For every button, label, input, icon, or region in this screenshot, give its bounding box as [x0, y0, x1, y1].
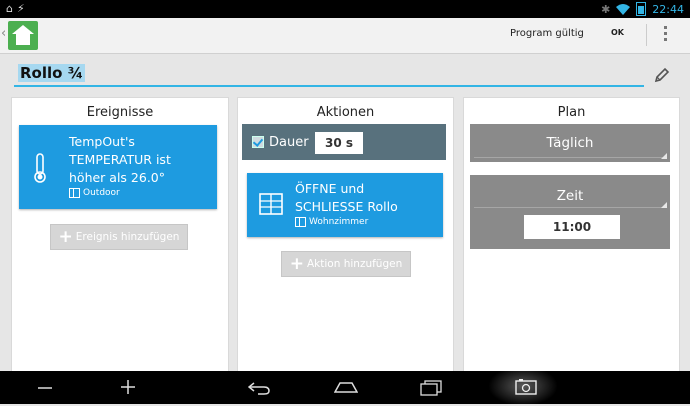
time-value[interactable]: 11:00: [524, 215, 620, 239]
duration-bar: Dauer 30 s: [242, 124, 446, 160]
plus-icon: +: [58, 227, 73, 247]
minus-icon[interactable]: [38, 381, 52, 395]
dropdown-indicator-icon: [661, 202, 667, 208]
add-action-label: Aktion hinzufügen: [307, 258, 403, 270]
plus-icon[interactable]: [121, 380, 135, 394]
event-card[interactable]: TempOut's TEMPERATUR ist höher als 26.0°…: [19, 125, 217, 209]
android-notification-icon: ⌂: [6, 2, 17, 15]
duration-value[interactable]: 30 s: [315, 132, 363, 154]
events-title: Ereignisse: [86, 105, 154, 120]
add-action-button[interactable]: + Aktion hinzufügen: [281, 251, 411, 277]
thermometer-icon: [34, 153, 46, 183]
frequency-select[interactable]: Täglich: [470, 124, 670, 162]
blinds-icon: [259, 193, 283, 215]
frequency-value: Täglich: [546, 135, 594, 151]
event-condition: höher als 26.0°: [69, 170, 165, 185]
back-icon[interactable]: [248, 381, 270, 395]
room-icon: [69, 188, 80, 198]
room-icon: [295, 217, 306, 227]
duration-checkbox[interactable]: [252, 136, 264, 148]
event-room: Outdoor: [83, 188, 120, 198]
divider: [646, 24, 647, 46]
actions-title: Aktionen: [316, 105, 375, 120]
overflow-menu-icon[interactable]: [664, 26, 667, 44]
status-left-icons: ⌂⚡: [6, 2, 29, 15]
action-verb: ÖFFNE und: [295, 181, 365, 196]
clock: 22:44: [652, 2, 684, 16]
navigation-bar: [0, 371, 690, 404]
dropdown-indicator-icon: [661, 153, 667, 159]
event-source: TempOut's: [69, 134, 135, 149]
recent-apps-icon[interactable]: [420, 380, 442, 396]
flash-icon: ⚡: [16, 2, 29, 15]
rule-name-text: Rollo ¾: [18, 64, 86, 82]
edit-pencil-icon[interactable]: [653, 66, 671, 84]
rule-name-field[interactable]: Rollo ¾: [14, 63, 644, 87]
battery-icon: [636, 2, 647, 16]
status-right-icons: ✱ 22:44: [601, 2, 684, 16]
home-button[interactable]: [8, 21, 38, 50]
action-target: SCHLIESSE Rollo: [295, 199, 398, 214]
screenshot-icon[interactable]: [515, 379, 537, 395]
action-bar: ‹ Program gültig OK: [0, 18, 690, 54]
duration-label: Dauer: [269, 135, 309, 150]
event-measure: TEMPERATUR ist: [69, 152, 171, 167]
status-bar: ⌂⚡ ✱ 22:44: [0, 0, 690, 18]
add-event-label: Ereignis hinzufügen: [75, 231, 180, 243]
plus-icon: +: [289, 254, 304, 274]
add-event-button[interactable]: + Ereignis hinzufügen: [50, 224, 188, 250]
plan-title: Plan: [557, 105, 586, 120]
home-icon[interactable]: [334, 381, 358, 393]
home-icon: [12, 25, 34, 34]
action-room: Wohnzimmer: [309, 217, 369, 227]
time-label: Zeit: [556, 188, 584, 204]
bluetooth-icon: ✱: [601, 2, 611, 16]
program-status-text: Program gültig: [510, 28, 584, 39]
back-chevron-icon[interactable]: ‹: [1, 26, 6, 41]
ok-button[interactable]: OK: [611, 28, 624, 37]
action-card[interactable]: ÖFFNE und SCHLIESSE Rollo Wohnzimmer: [247, 173, 443, 237]
wifi-icon: [616, 3, 631, 15]
